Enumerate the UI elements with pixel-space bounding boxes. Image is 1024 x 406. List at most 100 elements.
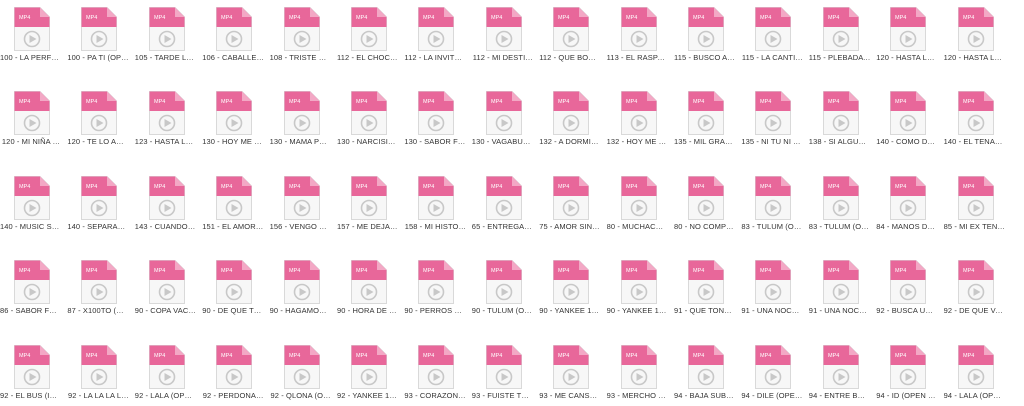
file-item[interactable]: MP4 94 - BAJA SUBE … [674,338,736,404]
file-item[interactable]: MP4 87 - X100TO (O… [67,253,129,319]
mp4-file-icon: MP4 [957,175,995,221]
file-item[interactable]: MP4 86 - SABOR FRE… [0,253,62,319]
file-item[interactable]: MP4 130 - MAMA PE… [270,84,332,150]
file-item[interactable]: MP4 112 - QUE BONI… [539,0,601,66]
file-item[interactable]: MP4 120 - HASTA LA … [944,0,1006,66]
file-item[interactable]: MP4 140 - SEPARAD… [67,169,129,235]
file-item[interactable]: MP4 113 - EL RASPA… [607,0,669,66]
file-item[interactable]: MP4 94 - DILE (OPEN… [741,338,803,404]
mp4-file-icon: MP4 [80,6,118,52]
file-item[interactable]: MP4 91 - UNA NOCH… [741,253,803,319]
file-item[interactable]: MP4 90 - TULUM (OP… [472,253,534,319]
file-name-label: 90 - COPA VACI… [134,306,197,316]
file-item[interactable]: MP4 140 - MUSIC SE… [0,169,62,235]
mp4-file-icon: MP4 [350,90,388,136]
file-item[interactable]: MP4 90 - YANKEE 15… [539,253,601,319]
file-item[interactable]: MP4 90 - HAGAMOS … [270,253,332,319]
mp4-file-icon: MP4 [283,175,321,221]
file-item[interactable]: MP4 80 - NO COMPR… [674,169,736,235]
file-item[interactable]: MP4 83 - TULUM (OP… [741,169,803,235]
file-item[interactable]: MP4 115 - BUSCO AL… [674,0,736,66]
mp4-file-icon: MP4 [620,175,658,221]
file-item[interactable]: MP4 92 - EL BUS (IN… [0,338,62,404]
file-item[interactable]: MP4 75 - AMOR SIN … [539,169,601,235]
file-type-label: MP4 [289,268,300,274]
mp4-file-icon: MP4 [215,90,253,136]
file-name-label: 75 - AMOR SIN … [539,221,602,231]
file-item[interactable]: MP4 92 - LA LA LA L… [67,338,129,404]
file-item[interactable]: MP4 158 - MI HISTO… [404,169,466,235]
file-item[interactable]: MP4 106 - CABALLER… [202,0,264,66]
file-item[interactable]: MP4 108 - TRISTE RE… [270,0,332,66]
file-item[interactable]: MP4 120 - HASTA LA … [876,0,938,66]
file-item[interactable]: MP4 156 - VENGO D… [270,169,332,235]
file-name-label: 151 - EL AMOR … [202,221,265,231]
file-item[interactable]: MP4 92 - QLONA (O… [270,338,332,404]
file-type-label: MP4 [828,99,839,105]
mp4-file-icon: MP4 [148,90,186,136]
file-item[interactable]: MP4 130 - SABOR FR… [404,84,466,150]
file-name-label: 92 - EL BUS (IN… [0,390,62,400]
file-item[interactable]: MP4 112 - LA INVITE … [404,0,466,66]
file-item[interactable]: MP4 94 - ENTRE BOT… [809,338,871,404]
file-type-label: MP4 [423,353,434,359]
file-item[interactable]: MP4 92 - LALA (OPE… [135,338,197,404]
file-item[interactable]: MP4 83 - TULUM (OP… [809,169,871,235]
file-item[interactable]: MP4 140 - COMO DU… [876,84,938,150]
file-item[interactable]: MP4 120 - TE LO AG… [67,84,129,150]
file-item[interactable]: MP4 85 - MI EX TENI… [944,169,1006,235]
mp4-file-icon: MP4 [417,259,455,305]
file-item[interactable]: MP4 91 - UNA NOCH… [809,253,871,319]
file-item[interactable]: MP4 90 - COPA VACI… [135,253,197,319]
mp4-file-icon: MP4 [552,90,590,136]
file-item[interactable]: MP4 130 - VAGABUN… [472,84,534,150]
file-name-label: 156 - VENGO D… [269,221,332,231]
file-item[interactable]: MP4 115 - PLEBADA … [809,0,871,66]
file-item[interactable]: MP4 91 - QUE TONT… [674,253,736,319]
file-item[interactable]: MP4 93 - FUISTE TU (… [472,338,534,404]
file-item[interactable]: MP4 90 - PERROS SA… [404,253,466,319]
file-type-label: MP4 [154,15,165,21]
file-item[interactable]: MP4 130 - NARCISIS… [337,84,399,150]
file-item[interactable]: MP4 135 - NI TU NI Y… [741,84,803,150]
file-item[interactable]: MP4 138 - SI ALGUN … [809,84,871,150]
file-item[interactable]: MP4 92 - YANKEE 15… [337,338,399,404]
file-item[interactable]: MP4 135 - MIL GRAC… [674,84,736,150]
file-item[interactable]: MP4 93 - MERCHO R… [607,338,669,404]
file-item[interactable]: MP4 94 - ID (OPEN S… [876,338,938,404]
mp4-file-icon: MP4 [552,344,590,390]
file-item[interactable]: MP4 90 - YANKEE 15… [607,253,669,319]
mp4-file-icon: MP4 [822,90,860,136]
file-item[interactable]: MP4 123 - HASTA LA … [135,84,197,150]
file-item[interactable]: MP4 93 - ME CANSE … [539,338,601,404]
file-item[interactable]: MP4 112 - EL CHOCH… [337,0,399,66]
file-item[interactable]: MP4 84 - MANOS DE … [876,169,938,235]
file-item[interactable]: MP4 140 - EL TENAM… [944,84,1006,150]
file-item[interactable]: MP4 112 - MI DESTI… [472,0,534,66]
file-item[interactable]: MP4 120 - MI NIÑA … [0,84,62,150]
file-name-label: 93 - CORAZON … [404,390,467,400]
file-type-label: MP4 [693,268,704,274]
file-item[interactable]: MP4 115 - LA CANTI… [741,0,803,66]
file-item[interactable]: MP4 90 - DE QUE TE … [202,253,264,319]
file-item[interactable]: MP4 132 - HOY ME D… [607,84,669,150]
file-item[interactable]: MP4 143 - CUANDO … [135,169,197,235]
file-item[interactable]: MP4 92 - DE QUE VA… [944,253,1006,319]
file-item[interactable]: MP4 130 - HOY ME E… [202,84,264,150]
file-type-label: MP4 [289,353,300,359]
file-item[interactable]: MP4 157 - ME DEJAS… [337,169,399,235]
file-item[interactable]: MP4 92 - PERDONA… [202,338,264,404]
file-type-label: MP4 [558,268,569,274]
file-name-label: 93 - FUISTE TU (… [471,390,534,400]
file-item[interactable]: MP4 100 - LA PERFE… [0,0,62,66]
file-item[interactable]: MP4 100 - PA TI (OPE… [67,0,129,66]
file-item[interactable]: MP4 132 - A DORMIR… [539,84,601,150]
file-item[interactable]: MP4 80 - MUCHACHI… [607,169,669,235]
file-item[interactable]: MP4 65 - ENTREGAM… [472,169,534,235]
file-item[interactable]: MP4 90 - HORA DE S… [337,253,399,319]
file-item[interactable]: MP4 105 - TARDE LO… [135,0,197,66]
file-item[interactable]: MP4 93 - CORAZON … [404,338,466,404]
file-item[interactable]: MP4 94 - LALA (OPE… [944,338,1006,404]
file-item[interactable]: MP4 92 - BUSCA UN … [876,253,938,319]
file-item[interactable]: MP4 151 - EL AMOR … [202,169,264,235]
